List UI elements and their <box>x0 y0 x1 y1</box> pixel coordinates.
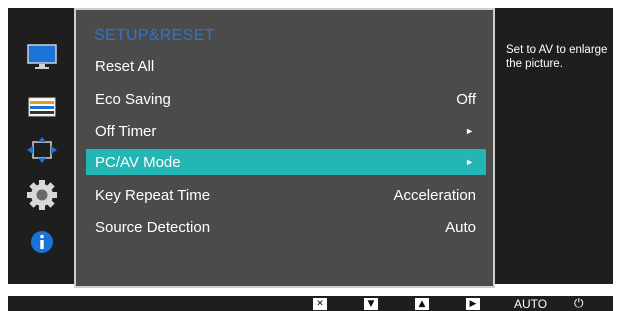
enter-button[interactable]: ▶ <box>466 297 480 310</box>
power-icon: ⏻ <box>574 296 584 310</box>
monitor-picture-icon[interactable] <box>26 41 58 73</box>
menu-item-key-repeat-time[interactable]: Key Repeat Time Acceleration <box>86 182 486 208</box>
menu-item-label: PC/AV Mode <box>95 153 181 171</box>
menu-item-source-detection[interactable]: Source Detection Auto <box>86 214 486 240</box>
power-button[interactable]: ⏻ <box>574 296 584 310</box>
menu-item-value: Auto <box>445 218 476 236</box>
menu-item-label: Eco Saving <box>95 90 171 108</box>
submenu-arrow-icon: ► <box>465 157 474 167</box>
menu-title: SETUP&RESET <box>94 27 215 44</box>
auto-button[interactable]: AUTO <box>514 296 548 311</box>
osd-window: SETUP&RESET Reset All Eco Saving Off Off… <box>8 8 613 288</box>
close-button[interactable]: ✕ <box>313 297 327 310</box>
menu-item-eco-saving[interactable]: Eco Saving Off <box>86 86 486 112</box>
up-arrow-icon: ▲ <box>415 297 429 310</box>
button-guide-bar: ✕ ▼ ▲ ▶ AUTO ⏻ <box>8 296 613 311</box>
resize-arrows-icon[interactable] <box>26 134 58 166</box>
menu-item-label: Off Timer <box>95 122 157 140</box>
auto-label: AUTO <box>514 296 548 311</box>
menu-item-pc-av-mode[interactable]: PC/AV Mode ► <box>86 149 486 175</box>
menu-item-value: Acceleration <box>393 186 476 204</box>
menu-item-label: Key Repeat Time <box>95 186 211 204</box>
down-button[interactable]: ▼ <box>364 297 378 310</box>
down-arrow-icon: ▼ <box>364 297 378 310</box>
submenu-arrow-icon: ► <box>465 126 474 136</box>
setup-reset-menu: SETUP&RESET Reset All Eco Saving Off Off… <box>74 8 495 288</box>
info-icon[interactable] <box>26 226 58 258</box>
menu-item-reset-all[interactable]: Reset All <box>86 53 486 79</box>
up-button[interactable]: ▲ <box>415 297 429 310</box>
menu-item-label: Source Detection <box>95 218 211 236</box>
enter-icon: ▶ <box>466 297 480 310</box>
help-panel: Set to AV to enlarge the picture. <box>498 8 613 284</box>
menu-category-rail <box>8 8 74 284</box>
menu-item-value: Off <box>456 90 476 108</box>
color-bars-icon[interactable] <box>26 91 58 123</box>
close-icon: ✕ <box>313 297 327 310</box>
gear-icon[interactable] <box>26 179 58 211</box>
menu-item-label: Reset All <box>95 57 155 75</box>
help-text: Set to AV to enlarge the picture. <box>506 44 608 70</box>
menu-item-off-timer[interactable]: Off Timer ► <box>86 118 486 144</box>
